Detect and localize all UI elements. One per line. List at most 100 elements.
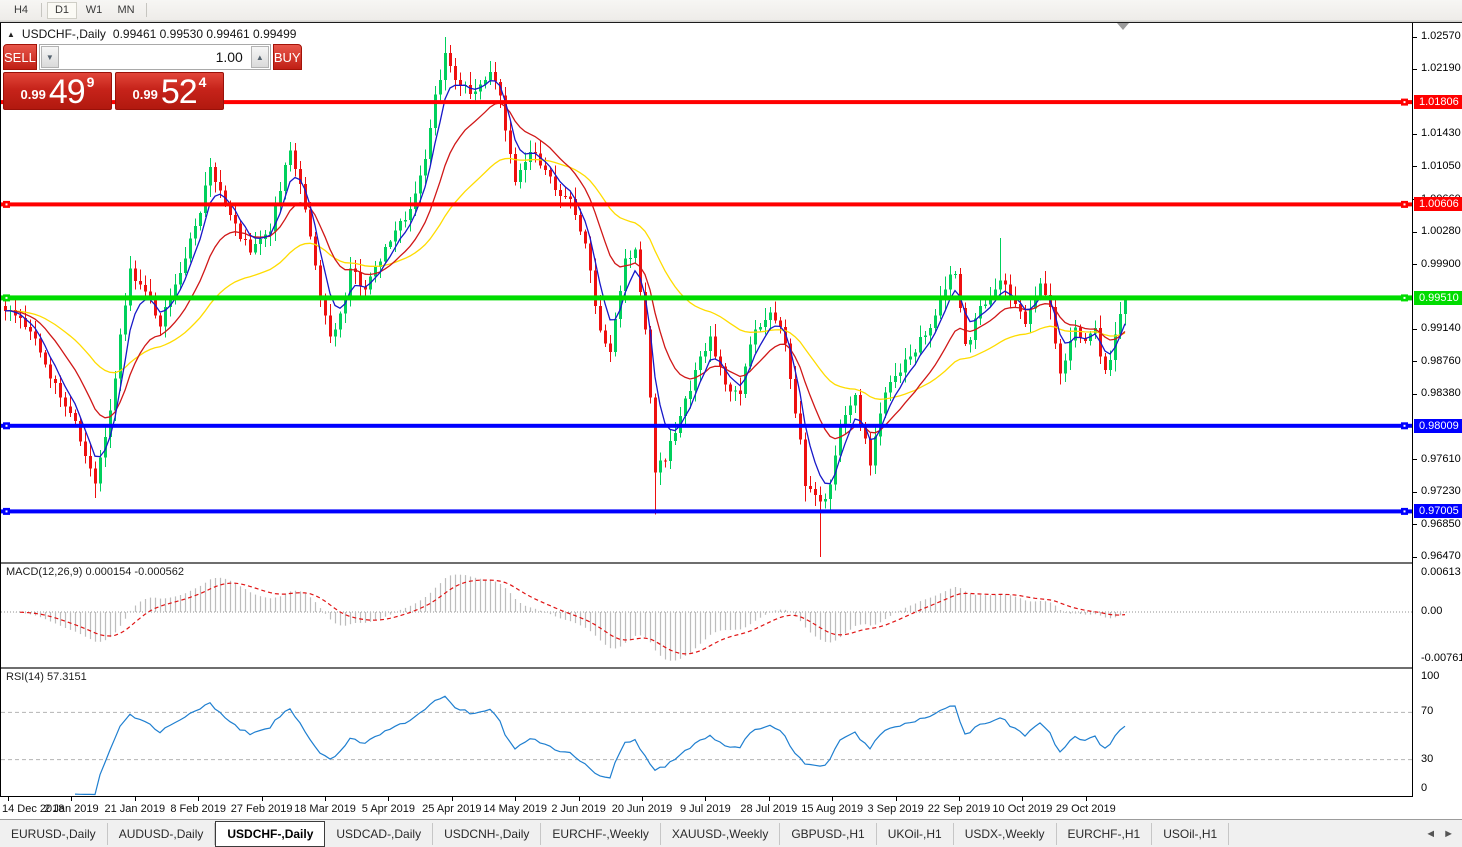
tab-xauusd-weekly[interactable]: XAUUSD-,Weekly [661, 823, 781, 845]
sell-price-big-digits: 49 [48, 73, 86, 111]
pane-separator[interactable] [0, 667, 1462, 669]
tab-eurchf-h1[interactable]: EURCHF-,H1 [1057, 823, 1153, 845]
date-label: 20 Jun 2019 [611, 803, 673, 815]
volume-control: ▼ ▲ [38, 44, 271, 70]
buy-price-big-digits: 52 [160, 73, 198, 111]
price-tick-label: 1.00280 [1421, 225, 1461, 238]
volume-increase-button[interactable]: ▲ [250, 46, 269, 68]
collapse-arrow-icon[interactable]: ▲ [7, 30, 15, 39]
timeframe-toolbar: H4 D1 W1 MN [0, 0, 1462, 20]
horizontal-level-line[interactable] [1, 295, 1412, 301]
price-level-badge: 0.97005 [1414, 504, 1462, 519]
tab-usoil-h1[interactable]: USOil-,H1 [1152, 823, 1230, 845]
date-label: 9 Jul 2019 [680, 803, 731, 815]
date-label: 18 Mar 2019 [294, 803, 356, 815]
price-tick-mark [1413, 231, 1417, 233]
date-label: 3 Sep 2019 [867, 803, 924, 815]
date-label: 29 Oct 2019 [1055, 803, 1116, 815]
tab-eurchf-weekly[interactable]: EURCHF-,Weekly [541, 823, 661, 845]
date-tick-mark [451, 797, 453, 801]
price-tick-mark [1413, 36, 1417, 38]
date-tick-mark [959, 797, 960, 801]
tab-audusd-daily[interactable]: AUDUSD-,Daily [108, 823, 216, 845]
price-tick-label: 0.98380 [1421, 387, 1461, 400]
rsi-indicator-pane[interactable] [1, 669, 1412, 796]
sell-button[interactable]: SELL [3, 44, 37, 70]
toolbar-separator [146, 3, 147, 17]
timeframe-button-w1[interactable]: W1 [79, 2, 109, 19]
price-level-badge: 0.98009 [1414, 418, 1462, 433]
date-axis: 14 Dec 2018 2 Jan 2019 21 Jan 2019 8 Feb 20… [0, 797, 1412, 819]
buy-price-panel[interactable]: 0.99 52 4 [115, 72, 224, 110]
price-tick-label: 1.01050 [1421, 159, 1461, 172]
price-tick-label: 0.96470 [1421, 550, 1461, 562]
sell-price-pip-digit: 9 [86, 74, 95, 90]
timeframe-button-h4[interactable]: H4 [6, 2, 36, 19]
date-label: 15 Aug 2019 [801, 803, 864, 815]
tab-usdcnh-daily[interactable]: USDCNH-,Daily [433, 823, 542, 845]
buy-button[interactable]: BUY [272, 44, 302, 70]
sell-price-panel[interactable]: 0.99 49 9 [3, 72, 112, 110]
tab-eurusd-daily[interactable]: EURUSD-,Daily [0, 823, 108, 845]
buy-price-pip-digit: 4 [198, 74, 207, 90]
price-tick-mark [1413, 166, 1417, 168]
volume-input[interactable] [59, 45, 250, 69]
timeframe-button-mn[interactable]: MN [111, 2, 141, 19]
rsi-label: RSI(14) 57.3151 [6, 671, 87, 683]
price-tick-mark [1413, 361, 1417, 363]
date-tick-mark [768, 797, 770, 801]
date-label: 5 Apr 2019 [361, 803, 415, 815]
volume-decrease-button[interactable]: ▼ [40, 46, 59, 68]
trading-terminal-window: H4 D1 W1 MN ▲ USDCHF-,Daily 0.99461 0.99530… [0, 0, 1462, 847]
price-tick-mark [1413, 328, 1417, 330]
tab-gbpusd-h1[interactable]: GBPUSD-,H1 [780, 823, 877, 845]
price-tick-label: 0.99140 [1421, 322, 1461, 335]
date-label: 8 Feb 2019 [170, 803, 227, 815]
price-tick-mark [1413, 459, 1417, 461]
price-tick-label: 1.02190 [1421, 62, 1461, 75]
chart-tab-bar: EURUSD-,Daily AUDUSD-,Daily USDCHF-,Daily U… [0, 819, 1462, 847]
price-tick-mark [1413, 68, 1417, 70]
tab-scroll-right-icon[interactable]: ► [1443, 828, 1454, 840]
macd-indicator-pane[interactable] [1, 564, 1412, 667]
date-label: 28 Jul 2019 [740, 803, 798, 815]
date-tick-mark [325, 797, 326, 801]
tab-scroll-left-icon[interactable]: ◄ [1425, 828, 1436, 840]
tab-usdx-weekly[interactable]: USDX-,Weekly [954, 823, 1057, 845]
timeframe-button-d1[interactable]: D1 [47, 1, 77, 19]
price-tick-label: 0.97230 [1421, 485, 1461, 498]
horizontal-level-line[interactable] [1, 202, 1412, 207]
horizontal-level-line[interactable] [1, 509, 1412, 514]
date-label: 21 Jan 2019 [104, 803, 166, 815]
price-tick-label: 0.99900 [1421, 257, 1461, 270]
price-tick-mark [1413, 556, 1417, 558]
price-tick-mark [1413, 393, 1417, 395]
date-tick-mark [578, 797, 580, 801]
sell-price-prefix: 0.99 [20, 87, 46, 102]
tab-ukoil-h1[interactable]: UKOil-,H1 [877, 823, 954, 845]
date-tick-mark [8, 797, 9, 801]
date-label: 10 Oct 2019 [992, 803, 1053, 815]
date-tick-mark [198, 797, 200, 801]
chart-symbol-label: USDCHF-,Daily [21, 27, 106, 41]
buy-price-prefix: 0.99 [132, 87, 158, 102]
horizontal-level-line[interactable] [1, 423, 1412, 428]
tab-usdcad-daily[interactable]: USDCAD-,Daily [325, 823, 434, 845]
chart-title: ▲ USDCHF-,Daily 0.99461 0.99530 0.99461 … [7, 27, 296, 41]
date-label: 27 Feb 2019 [230, 803, 293, 815]
indicator-axis-label: 0.00 [1421, 605, 1443, 617]
tab-usdchf-daily[interactable]: USDCHF-,Daily [215, 821, 326, 847]
date-tick-mark [832, 797, 834, 801]
price-level-badge: 1.00606 [1414, 197, 1462, 212]
chart-shift-marker-icon[interactable] [1117, 23, 1129, 30]
price-tick-label: 0.98760 [1421, 354, 1461, 367]
date-tick-mark [261, 797, 263, 801]
date-label: 22 Sep 2019 [927, 803, 991, 815]
price-tick-mark [1413, 491, 1417, 493]
date-label: 14 May 2019 [483, 803, 547, 815]
price-tick-label: 1.01430 [1421, 127, 1461, 140]
date-tick-mark [515, 797, 517, 801]
price-tick-mark [1413, 524, 1417, 526]
indicator-axis-label: 30 [1421, 752, 1434, 765]
pane-separator[interactable] [0, 562, 1462, 564]
